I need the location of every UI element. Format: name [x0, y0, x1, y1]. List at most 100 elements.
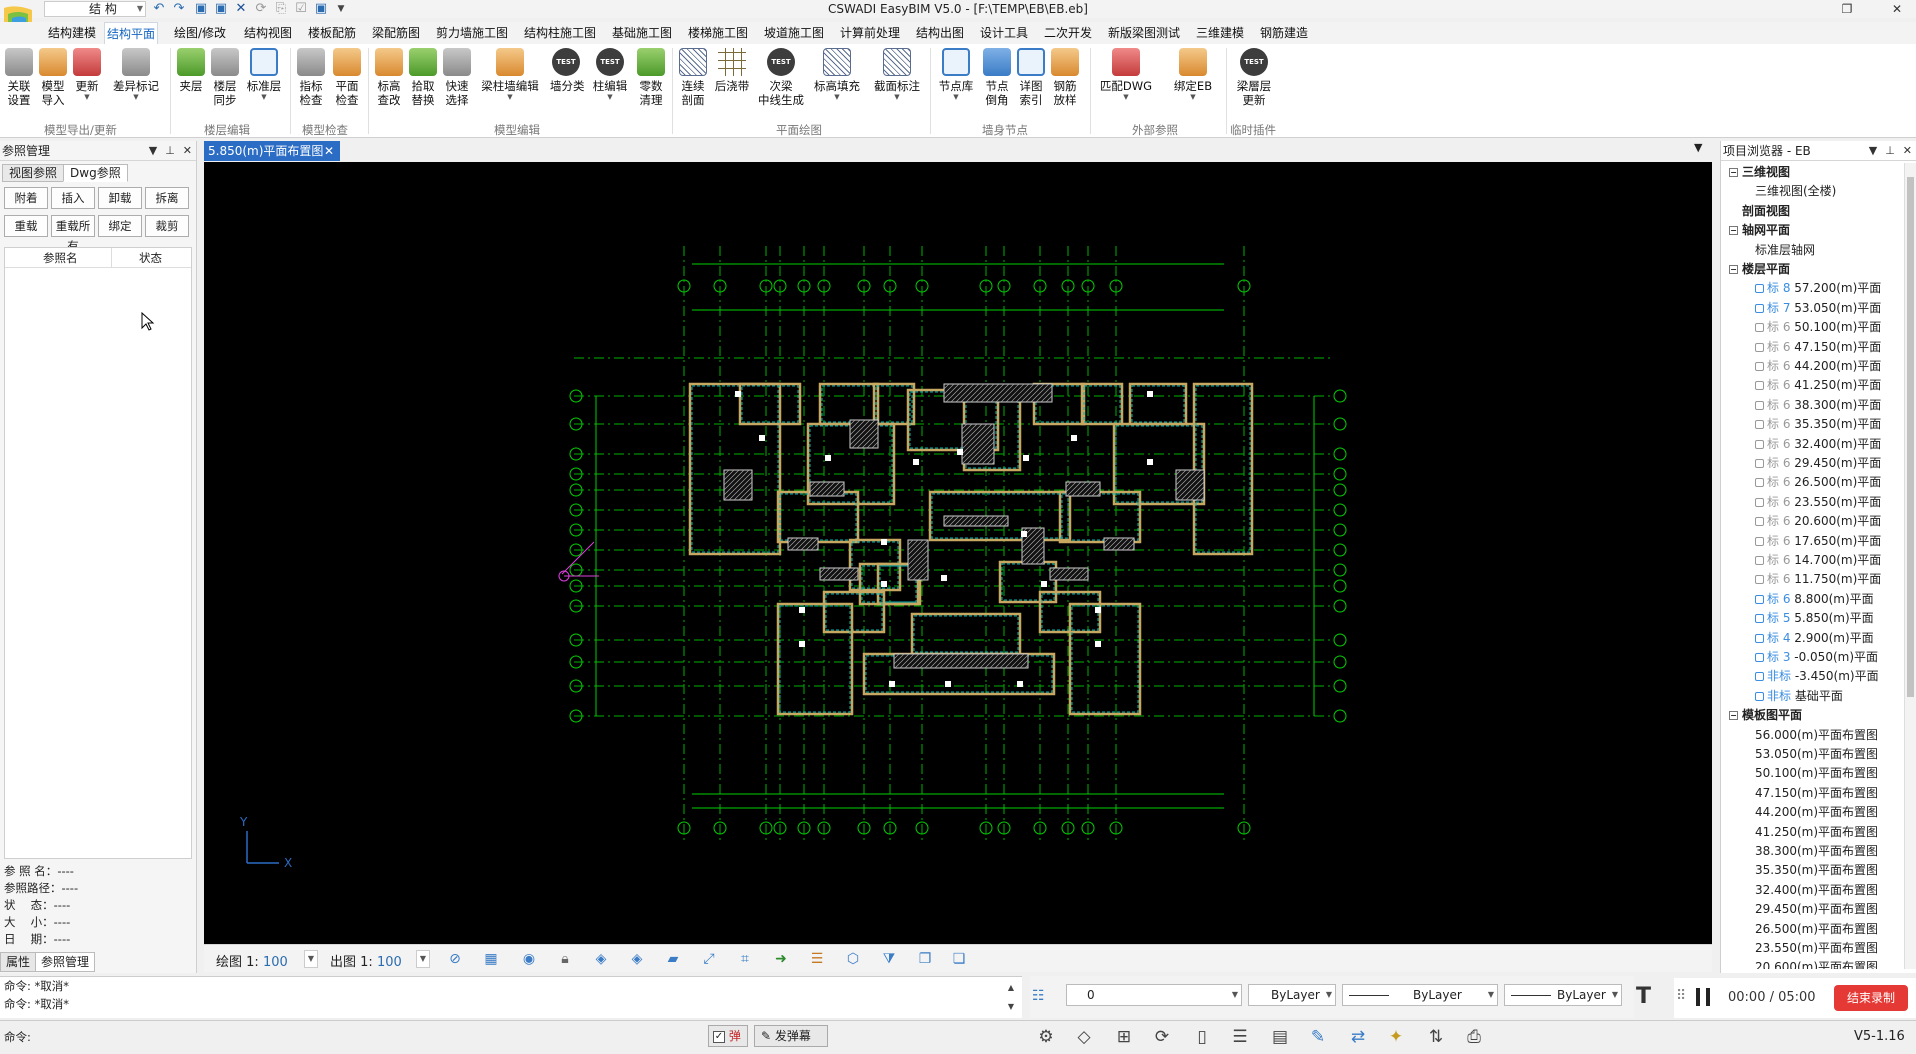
- tree-item[interactable]: 标 3 -0.050(m)平面: [1755, 648, 1878, 667]
- tree-category[interactable]: − 模板图平面: [1729, 706, 1802, 725]
- tab-structure-plan[interactable]: 结构平面: [104, 22, 159, 44]
- detach-button[interactable]: 拆离: [145, 187, 189, 209]
- tab-design-tools[interactable]: 设计工具: [978, 22, 1030, 44]
- zero-clean-button[interactable]: 零数 清理: [636, 48, 666, 107]
- rebar-layout-button[interactable]: 钢筋 放样: [1050, 48, 1080, 107]
- tree-item[interactable]: 标 5 5.850(m)平面: [1755, 609, 1874, 628]
- lock-icon[interactable]: [1755, 439, 1764, 449]
- beam-column-wall-edit-button[interactable]: 梁柱墙编辑 ▼: [480, 48, 540, 101]
- tree-item[interactable]: 标准层轴网: [1755, 241, 1815, 260]
- command-history[interactable]: 命令: *取消* 命令: *取消*: [0, 976, 1022, 1018]
- tree-item[interactable]: 非标 -3.450(m)平面: [1755, 667, 1879, 686]
- plan-check-button[interactable]: 平面 检查: [332, 48, 362, 107]
- close-tab-icon[interactable]: ✕: [324, 141, 334, 161]
- snap-icon[interactable]: ⌗: [734, 949, 756, 969]
- tree-item[interactable]: 标 6 38.300(m)平面: [1755, 396, 1881, 415]
- list-icon[interactable]: ☰: [1228, 1025, 1252, 1049]
- tab-ramp[interactable]: 坡道施工图: [762, 22, 826, 44]
- beam-layer-update-button[interactable]: TEST 梁層层 更新: [1232, 48, 1276, 107]
- index-check-button[interactable]: 指标 检查: [296, 48, 326, 107]
- sync-arrows-icon[interactable]: ⇅: [1424, 1025, 1448, 1049]
- lock-icon[interactable]: [1755, 536, 1764, 546]
- chevron-down-icon[interactable]: ▼: [1326, 985, 1332, 1005]
- section-dimension-button[interactable]: 截面标注 ▼: [872, 48, 922, 101]
- lock-icon[interactable]: [1755, 594, 1764, 604]
- bind-button[interactable]: 绑定: [98, 215, 142, 237]
- tab-foundation[interactable]: 基础施工图: [610, 22, 674, 44]
- tree-item[interactable]: 标 6 47.150(m)平面: [1755, 338, 1881, 357]
- filter-icon[interactable]: ⧩: [878, 949, 900, 969]
- scroll-up-icon[interactable]: ▲: [1004, 978, 1018, 997]
- tree-item[interactable]: 29.450(m)平面布置图: [1755, 900, 1878, 919]
- tree-item[interactable]: 标 6 23.550(m)平面: [1755, 493, 1881, 512]
- lock-icon[interactable]: [1755, 400, 1764, 410]
- lock-icon[interactable]: [1755, 517, 1764, 527]
- lock-icon[interactable]: 🔒︎: [554, 949, 576, 969]
- secondary-beam-centerline-button[interactable]: TEST 次梁 中线生成: [756, 48, 806, 107]
- column-ref-name[interactable]: 参照名: [43, 248, 78, 268]
- link-settings-button[interactable]: 关联 设置: [4, 48, 34, 107]
- lock-icon[interactable]: [1755, 633, 1764, 643]
- tree-category[interactable]: − 三维视图: [1729, 163, 1790, 182]
- mezzanine-button[interactable]: 夹层: [176, 48, 206, 93]
- export-dwg-icon[interactable]: ➜: [770, 949, 792, 969]
- bind-eb-button[interactable]: 绑定EB ▼: [1168, 48, 1218, 101]
- lineweight-combo[interactable]: ByLayer ▼: [1504, 984, 1622, 1006]
- collapse-icon[interactable]: −: [1729, 226, 1738, 236]
- close-icon[interactable]: ✕: [183, 144, 192, 157]
- color-drop-2-icon[interactable]: ◈: [626, 949, 648, 969]
- tree-item[interactable]: 44.200(m)平面布置图: [1755, 803, 1878, 822]
- post-cast-strip-button[interactable]: 后浇带: [714, 48, 750, 93]
- node-library-button[interactable]: 节点库 ▼: [936, 48, 976, 101]
- send-danmu-button[interactable]: ✎ 发弹幕: [754, 1025, 828, 1047]
- scroll-thumb[interactable]: [1907, 177, 1914, 697]
- tree-item[interactable]: 标 6 17.650(m)平面: [1755, 532, 1881, 551]
- chevron-down-icon[interactable]: ▼: [1232, 985, 1238, 1005]
- tab-column[interactable]: 结构柱施工图: [522, 22, 598, 44]
- lock-icon[interactable]: [1755, 342, 1764, 352]
- zoom-extents-icon[interactable]: ⤢: [698, 949, 720, 969]
- tree-item[interactable]: 标 6 26.500(m)平面: [1755, 473, 1881, 492]
- tab-shear-wall[interactable]: 剪力墙施工图: [434, 22, 510, 44]
- command-prompt[interactable]: 命令:: [4, 1029, 31, 1045]
- tab-beam-test[interactable]: 新版梁图测试: [1106, 22, 1182, 44]
- reload-button[interactable]: 重载: [4, 215, 48, 237]
- tag-icon[interactable]: ✦: [1384, 1025, 1408, 1049]
- layer-manager-icon[interactable]: ☷: [1032, 988, 1045, 1004]
- tree-item[interactable]: 35.350(m)平面布置图: [1755, 861, 1878, 880]
- lock-icon[interactable]: [1755, 381, 1764, 391]
- panel-menu-icon[interactable]: ▼: [1869, 144, 1877, 157]
- tab-properties[interactable]: 属性: [0, 952, 37, 972]
- tab-structure-model[interactable]: 结构建模: [46, 22, 98, 44]
- 3d-box-icon[interactable]: ⬡: [842, 949, 864, 969]
- attach-button[interactable]: 附着: [4, 187, 48, 209]
- restore-window-icon[interactable]: ❐: [1830, 0, 1864, 18]
- tab-reference-manager[interactable]: 参照管理: [35, 952, 96, 972]
- tree-item[interactable]: 41.250(m)平面布置图: [1755, 823, 1878, 842]
- tab-3d-model[interactable]: 三维建模: [1194, 22, 1246, 44]
- lock-icon[interactable]: [1755, 303, 1764, 313]
- drag-handle-icon[interactable]: ⠿: [1676, 988, 1686, 1004]
- tree-item[interactable]: 标 6 41.250(m)平面: [1755, 376, 1881, 395]
- tab-preprocess[interactable]: 计算前处理: [838, 22, 902, 44]
- tree-item[interactable]: 标 6 8.800(m)平面: [1755, 590, 1874, 609]
- lock-icon[interactable]: [1755, 614, 1764, 624]
- connect-icon[interactable]: ⇄: [1346, 1025, 1370, 1049]
- lock-icon[interactable]: [1755, 362, 1764, 371]
- lock-icon[interactable]: [1755, 459, 1764, 468]
- draw-scale-dropdown[interactable]: ▼: [304, 950, 318, 968]
- tab-beam-rebar[interactable]: 梁配筋图: [370, 22, 422, 44]
- update-button[interactable]: 更新 ▼: [72, 48, 102, 101]
- pin-icon[interactable]: ⊥: [165, 144, 175, 157]
- tree-item[interactable]: 标 4 2.900(m)平面: [1755, 629, 1874, 648]
- end-recording-button[interactable]: 结束录制: [1834, 985, 1908, 1011]
- reload-all-button[interactable]: 重载所有: [51, 215, 95, 253]
- tree-item[interactable]: 标 6 32.400(m)平面: [1755, 435, 1881, 454]
- quick-select-button[interactable]: 快速 选择: [442, 48, 472, 107]
- tab-structure-view[interactable]: 结构视图: [242, 22, 294, 44]
- tab-stair[interactable]: 楼梯施工图: [686, 22, 750, 44]
- reference-list[interactable]: 参照名 状态: [4, 247, 192, 859]
- tree-item[interactable]: 标 6 35.350(m)平面: [1755, 415, 1881, 434]
- tree-item[interactable]: 47.150(m)平面布置图: [1755, 784, 1878, 803]
- detail-index-button[interactable]: 详图 索引: [1016, 48, 1046, 107]
